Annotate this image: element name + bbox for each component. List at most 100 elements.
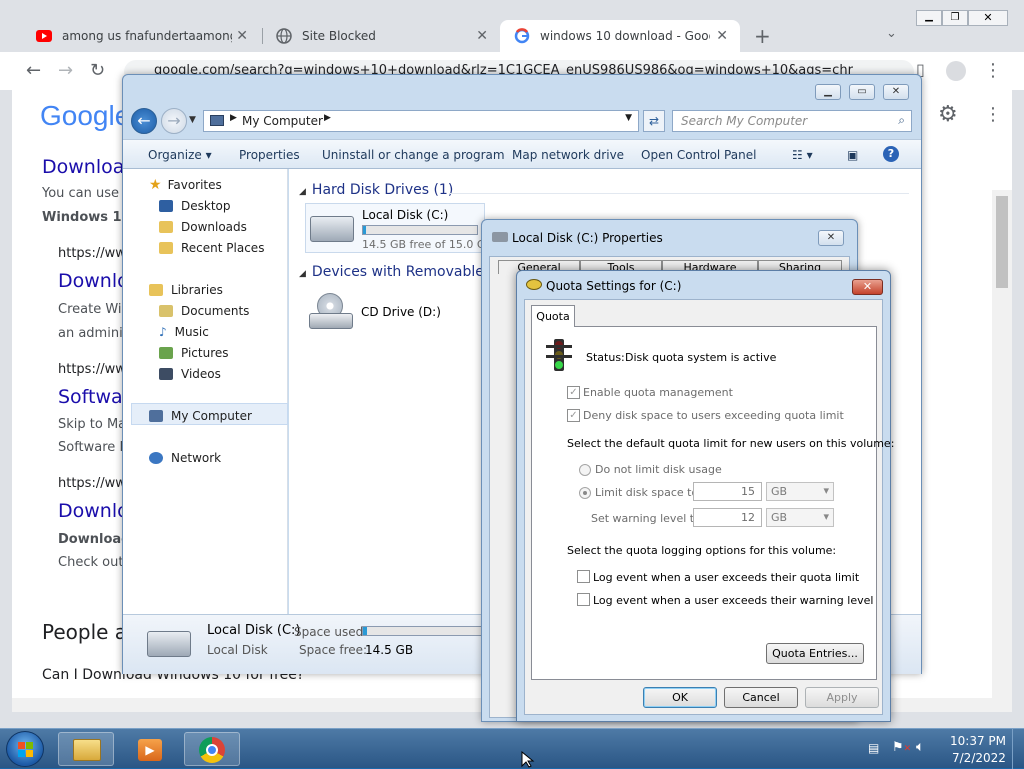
breadcrumb-my-computer[interactable]: My Computer — [242, 114, 323, 128]
menu-icon[interactable]: ⋮ — [984, 60, 1002, 81]
recent-pages-dropdown[interactable]: ▼ — [189, 115, 196, 125]
uninstall-program-button[interactable]: Uninstall or change a program — [322, 148, 505, 162]
tab-search-button[interactable]: ⌄ — [886, 26, 897, 41]
taskbar-media-player-button[interactable]: ▶ — [121, 732, 177, 766]
warning-unit-select[interactable]: GB — [766, 508, 834, 527]
warning-value-field[interactable]: 12 — [693, 508, 762, 527]
forward-button[interactable]: → — [58, 60, 73, 81]
deny-space-checkbox[interactable]: ✓ — [567, 409, 580, 422]
volume-icon[interactable]: 🔈︎ — [916, 739, 924, 755]
log-warning-level-checkbox[interactable] — [577, 593, 590, 606]
refresh-button[interactable]: ⇄ — [643, 110, 665, 132]
back-button[interactable]: ← — [26, 60, 41, 81]
profile-avatar[interactable] — [946, 61, 966, 81]
tab-google-search[interactable]: windows 10 download - Google ✕ — [500, 20, 740, 52]
properties-button[interactable]: Properties — [239, 148, 300, 162]
change-view-icon[interactable]: ☷ ▾ — [792, 148, 813, 162]
breadcrumb-chevron[interactable]: ▶ — [324, 113, 331, 123]
close-button[interactable]: ✕ — [818, 230, 844, 246]
navigation-pane: ★ Favorites Desktop Downloads Recent Plac… — [123, 169, 288, 614]
clock-time[interactable]: 10:37 PM — [950, 734, 1006, 748]
nav-desktop[interactable]: Desktop — [159, 199, 231, 213]
nav-label: Network — [171, 451, 222, 465]
drive-c-tile[interactable]: Local Disk (C:) 14.5 GB free of 15.0 GB — [305, 203, 493, 253]
minimize-button[interactable]: ▁ — [815, 84, 841, 100]
google-logo[interactable]: Google — [40, 100, 130, 132]
taskbar-explorer-button[interactable] — [58, 732, 114, 766]
start-button[interactable] — [6, 731, 44, 767]
nav-videos[interactable]: Videos — [159, 367, 221, 381]
chrome-minimize-button[interactable]: ▁ — [916, 10, 942, 26]
help-icon[interactable]: ? — [883, 146, 899, 162]
quota-entries-button[interactable]: Quota Entries... — [766, 643, 864, 664]
dialog-body: Quota Status: Disk quota system is activ… — [524, 299, 894, 715]
scrollbar-thumb[interactable] — [996, 196, 1008, 288]
maximize-button[interactable]: ▭ — [849, 84, 875, 100]
tab-site-blocked[interactable]: Site Blocked ✕ — [262, 20, 500, 52]
nav-pictures[interactable]: Pictures — [159, 346, 229, 360]
taskbar-chrome-button[interactable] — [184, 732, 240, 766]
ok-button[interactable]: OK — [643, 687, 717, 708]
limit-value-field[interactable]: 15 — [693, 482, 762, 501]
result-title[interactable]: Softwa — [58, 386, 123, 408]
open-control-panel-button[interactable]: Open Control Panel — [641, 148, 756, 162]
no-limit-label: Do not limit disk usage — [595, 463, 722, 476]
clock-date[interactable]: 7/2/2022 — [952, 751, 1006, 765]
organize-button[interactable]: Organize ▾ — [148, 148, 212, 162]
tab-youtube[interactable]: among us fnafundertaamongle s ✕ — [22, 20, 260, 52]
close-icon[interactable]: ✕ — [236, 28, 248, 44]
result-title[interactable]: Downloa — [42, 156, 124, 178]
result-title[interactable]: Downlo — [58, 270, 129, 292]
nav-libraries[interactable]: Libraries — [149, 283, 223, 297]
search-placeholder: Search My Computer — [681, 114, 808, 128]
reload-button[interactable]: ↻ — [90, 60, 105, 81]
cancel-button[interactable]: Cancel — [724, 687, 798, 708]
nav-label: Pictures — [181, 346, 229, 360]
show-desktop-button[interactable] — [1012, 729, 1024, 769]
search-icon[interactable]: ⌕ — [898, 113, 905, 128]
address-dropdown-icon[interactable]: ▼ — [625, 113, 632, 123]
group-removable-storage[interactable]: ◢ Devices with Removable S — [299, 264, 497, 280]
chrome-restore-button[interactable]: ❐ — [942, 10, 968, 26]
settings-gear-icon[interactable]: ⚙ — [938, 102, 958, 127]
action-center-flag-icon[interactable]: ⚑✕ — [892, 740, 911, 755]
nav-downloads[interactable]: Downloads — [159, 220, 247, 234]
result-title[interactable]: Downlo — [58, 500, 129, 522]
map-network-drive-button[interactable]: Map network drive — [512, 148, 624, 162]
back-button[interactable]: ← — [131, 108, 157, 134]
preview-pane-icon[interactable]: ▣ — [847, 148, 858, 162]
close-icon[interactable]: ✕ — [716, 28, 728, 44]
people-also-ask-heading: People a — [42, 620, 128, 644]
close-button[interactable]: ✕ — [852, 279, 883, 295]
nav-network[interactable]: Network — [149, 451, 221, 465]
address-bar[interactable]: ▶ My Computer ▶ ▼ — [203, 110, 639, 132]
vertical-scrollbar[interactable] — [992, 190, 1012, 698]
close-icon[interactable]: ✕ — [476, 28, 488, 44]
nav-documents[interactable]: Documents — [159, 304, 249, 318]
log-quota-limit-checkbox[interactable] — [577, 570, 590, 583]
nav-favorites[interactable]: ★ Favorites — [149, 177, 222, 193]
drive-d-tile[interactable]: CD Drive (D:) — [305, 289, 485, 339]
limit-radio[interactable] — [579, 487, 591, 499]
chrome-icon — [199, 737, 225, 763]
result-url: https://ww — [58, 246, 126, 261]
chrome-close-button[interactable]: ✕ — [968, 10, 1008, 26]
nav-recent-places[interactable]: Recent Places — [159, 241, 264, 255]
group-hard-disk-drives[interactable]: ◢ Hard Disk Drives (1) — [299, 182, 453, 198]
nav-music[interactable]: ♪ Music — [159, 325, 209, 339]
tab-quota[interactable]: Quota — [531, 305, 575, 327]
forward-button[interactable]: → — [161, 108, 187, 134]
close-button[interactable]: ✕ — [883, 84, 909, 100]
logging-options-label: Select the quota logging options for thi… — [567, 544, 837, 557]
apply-button[interactable]: Apply — [805, 687, 879, 708]
new-tab-button[interactable]: + — [754, 24, 771, 48]
limit-unit-select[interactable]: GB — [766, 482, 834, 501]
documents-icon — [159, 305, 173, 317]
network-tray-icon[interactable]: ▤ — [868, 741, 879, 755]
apps-menu-icon[interactable]: ⋮ — [984, 104, 1002, 125]
no-limit-radio[interactable] — [579, 464, 591, 476]
enable-quota-checkbox[interactable]: ✓ — [567, 386, 580, 399]
nav-my-computer[interactable]: My Computer — [149, 409, 252, 423]
computer-icon — [149, 410, 163, 422]
search-input[interactable]: Search My Computer ⌕ — [672, 110, 912, 132]
